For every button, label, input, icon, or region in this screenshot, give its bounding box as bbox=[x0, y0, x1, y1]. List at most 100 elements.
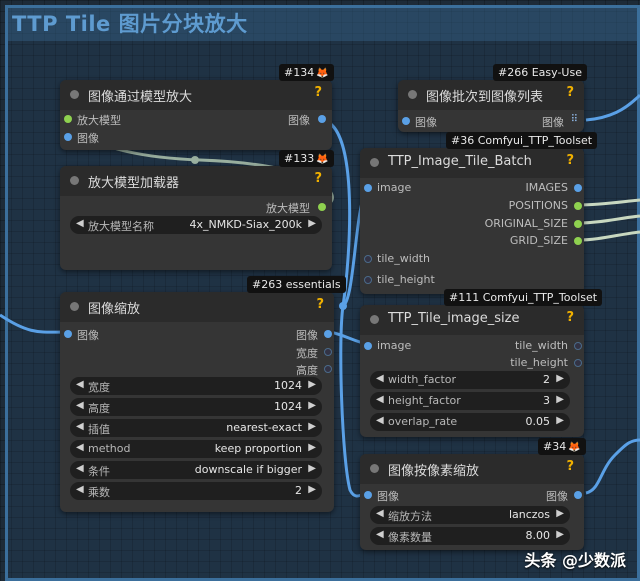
fox-icon: 🦊 bbox=[316, 68, 329, 79]
node-image-resize[interactable]: 图像缩放 ? 图像 图像 宽度 高度 ◀ 宽度 1024 ▶ ◀ 高度 1024… bbox=[60, 292, 334, 512]
help-icon[interactable]: ? bbox=[566, 459, 574, 474]
input-slot-dot[interactable] bbox=[364, 184, 372, 192]
wire-grid-size bbox=[577, 230, 640, 242]
method-combo[interactable]: ◀ method keep proportion ▶ bbox=[70, 440, 322, 458]
input-image: image bbox=[377, 339, 412, 352]
multiplier-field[interactable]: ◀ 乘数 2 ▶ bbox=[70, 482, 322, 500]
arrow-left-icon[interactable]: ◀ bbox=[376, 394, 384, 405]
help-icon[interactable]: ? bbox=[314, 171, 322, 186]
output-image: 图像 bbox=[296, 329, 318, 342]
arrow-right-icon[interactable]: ▶ bbox=[308, 463, 316, 474]
input-slot-dot[interactable] bbox=[402, 117, 410, 125]
node-title: 放大模型加载器 bbox=[88, 176, 180, 191]
scale-method-combo[interactable]: ◀ 缩放方法 lanczos ▶ bbox=[370, 506, 570, 524]
help-icon[interactable]: ? bbox=[566, 310, 574, 325]
output-images: IMAGES bbox=[525, 181, 568, 194]
input-slot-dot[interactable] bbox=[64, 133, 72, 141]
condition-combo[interactable]: ◀ 条件 downscale if bigger ▶ bbox=[70, 461, 322, 479]
wire-model-midpoint bbox=[191, 156, 199, 164]
input-image: 图像 bbox=[77, 329, 99, 342]
badge-text: #36 Comfyui_TTP_Toolset bbox=[451, 134, 593, 147]
node-tile-image-size[interactable]: TTP_Tile_image_size ? image tile_width t… bbox=[360, 305, 584, 437]
collapse-dot[interactable] bbox=[408, 90, 417, 99]
input-slot-dot[interactable] bbox=[364, 276, 372, 284]
arrow-right-icon[interactable]: ▶ bbox=[556, 415, 564, 426]
arrow-right-icon[interactable]: ▶ bbox=[556, 394, 564, 405]
arrow-left-icon[interactable]: ◀ bbox=[376, 508, 384, 519]
arrow-right-icon[interactable]: ▶ bbox=[308, 218, 316, 229]
widget-label: 缩放方法 bbox=[388, 510, 432, 523]
arrow-right-icon[interactable]: ▶ bbox=[308, 442, 316, 453]
node-upscale-with-model[interactable]: 图像通过模型放大 ? 放大模型 图像 图像 bbox=[60, 80, 332, 150]
arrow-left-icon[interactable]: ◀ bbox=[76, 400, 84, 411]
width-factor-field[interactable]: ◀ width_factor 2 ▶ bbox=[370, 371, 570, 389]
overlap-rate-field[interactable]: ◀ overlap_rate 0.05 ▶ bbox=[370, 413, 570, 431]
width-field[interactable]: ◀ 宽度 1024 ▶ bbox=[70, 377, 322, 395]
widget-label: 条件 bbox=[88, 465, 110, 478]
list-output-icon[interactable]: ⠿ bbox=[571, 114, 578, 125]
arrow-left-icon[interactable]: ◀ bbox=[76, 421, 84, 432]
node-id-badge: #34 🦊 bbox=[538, 438, 586, 455]
collapse-dot[interactable] bbox=[70, 302, 79, 311]
widget-label: 像素数量 bbox=[388, 531, 432, 544]
arrow-left-icon[interactable]: ◀ bbox=[76, 379, 84, 390]
arrow-right-icon[interactable]: ▶ bbox=[556, 508, 564, 519]
help-icon[interactable]: ? bbox=[566, 153, 574, 168]
node-image-batch-to-list[interactable]: 图像批次到图像列表 ? 图像 图像 ⠿ bbox=[398, 80, 584, 132]
input-slot-dot[interactable] bbox=[364, 491, 372, 499]
input-image: 图像 bbox=[377, 490, 399, 503]
collapse-dot[interactable] bbox=[70, 176, 79, 185]
output-slot-dot[interactable] bbox=[574, 220, 582, 228]
output-slot-dot[interactable] bbox=[574, 342, 582, 350]
output-slot-dot[interactable] bbox=[324, 348, 332, 356]
arrow-right-icon[interactable]: ▶ bbox=[308, 484, 316, 495]
widget-value: 1024 bbox=[274, 400, 302, 413]
interpolation-combo[interactable]: ◀ 插值 nearest-exact ▶ bbox=[70, 419, 322, 437]
collapse-dot[interactable] bbox=[370, 158, 379, 167]
output-slot-dot[interactable] bbox=[574, 491, 582, 499]
input-slot-dot[interactable] bbox=[364, 255, 372, 263]
arrow-left-icon[interactable]: ◀ bbox=[76, 218, 84, 229]
node-id-badge: #134 🦊 bbox=[279, 64, 334, 81]
model-name-combo[interactable]: ◀ 放大模型名称 4x_NMKD-Siax_200k ▶ bbox=[70, 216, 322, 234]
arrow-left-icon[interactable]: ◀ bbox=[76, 442, 84, 453]
input-image: 图像 bbox=[77, 132, 99, 145]
help-icon[interactable]: ? bbox=[314, 85, 322, 100]
arrow-left-icon[interactable]: ◀ bbox=[76, 463, 84, 474]
output-slot-dot[interactable] bbox=[574, 237, 582, 245]
output-slot-dot[interactable] bbox=[324, 365, 332, 373]
fox-icon: 🦊 bbox=[568, 442, 581, 453]
help-icon[interactable]: ? bbox=[316, 297, 324, 312]
arrow-left-icon[interactable]: ◀ bbox=[76, 484, 84, 495]
output-slot-dot[interactable] bbox=[318, 115, 326, 123]
collapse-dot[interactable] bbox=[70, 90, 79, 99]
output-slot-dot[interactable] bbox=[574, 184, 582, 192]
arrow-right-icon[interactable]: ▶ bbox=[308, 421, 316, 432]
arrow-right-icon[interactable]: ▶ bbox=[556, 529, 564, 540]
help-icon[interactable]: ? bbox=[566, 85, 574, 100]
node-id-badge: #263 essentials bbox=[247, 276, 346, 293]
height-field[interactable]: ◀ 高度 1024 ▶ bbox=[70, 398, 322, 416]
node-image-scale-by[interactable]: 图像按像素缩放 ? 图像 图像 ◀ 缩放方法 lanczos ▶ ◀ 像素数量 … bbox=[360, 454, 584, 550]
input-slot-dot[interactable] bbox=[64, 115, 72, 123]
output-image: 图像 bbox=[288, 114, 310, 127]
arrow-right-icon[interactable]: ▶ bbox=[556, 373, 564, 384]
arrow-left-icon[interactable]: ◀ bbox=[376, 529, 384, 540]
output-slot-dot[interactable] bbox=[324, 330, 332, 338]
output-slot-dot[interactable] bbox=[318, 203, 326, 211]
collapse-dot[interactable] bbox=[370, 315, 379, 324]
height-factor-field[interactable]: ◀ height_factor 3 ▶ bbox=[370, 392, 570, 410]
input-slot-dot[interactable] bbox=[64, 330, 72, 338]
arrow-right-icon[interactable]: ▶ bbox=[308, 379, 316, 390]
arrow-right-icon[interactable]: ▶ bbox=[308, 400, 316, 411]
output-slot-dot[interactable] bbox=[574, 202, 582, 210]
arrow-left-icon[interactable]: ◀ bbox=[376, 415, 384, 426]
widget-value: keep proportion bbox=[214, 442, 302, 455]
megapixels-field[interactable]: ◀ 像素数量 8.00 ▶ bbox=[370, 527, 570, 545]
output-slot-dot[interactable] bbox=[574, 359, 582, 367]
collapse-dot[interactable] bbox=[370, 464, 379, 473]
input-slot-dot[interactable] bbox=[364, 342, 372, 350]
node-upscale-model-loader[interactable]: 放大模型加载器 ? 放大模型 ◀ 放大模型名称 4x_NMKD-Siax_200… bbox=[60, 166, 332, 270]
node-tile-batch[interactable]: TTP_Image_Tile_Batch ? image tile_width … bbox=[360, 148, 584, 294]
arrow-left-icon[interactable]: ◀ bbox=[376, 373, 384, 384]
